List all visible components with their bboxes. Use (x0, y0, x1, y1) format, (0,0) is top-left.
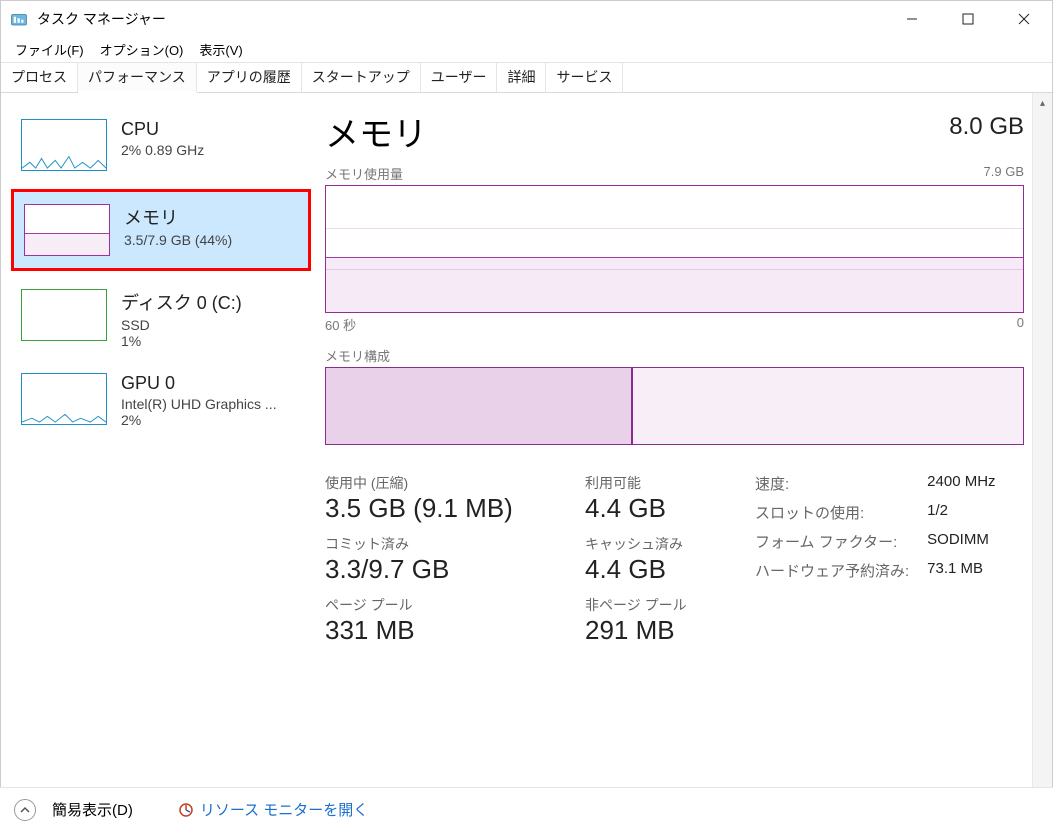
disk-sub2: 1% (121, 333, 242, 349)
usage-max: 7.9 GB (984, 164, 1024, 183)
page-title: メモリ (325, 107, 427, 156)
sidebar-item-memory[interactable]: メモリ 3.5/7.9 GB (44%) (11, 189, 311, 271)
memory-usage-graph[interactable] (325, 185, 1024, 313)
content: CPU 2% 0.89 GHz メモリ 3.5/7.9 GB (44%) ディス… (1, 93, 1052, 788)
kv-speed-k: 速度: (755, 473, 909, 494)
tab-users[interactable]: ユーザー (421, 63, 498, 92)
kv-hwres-k: ハードウェア予約済み: (755, 560, 909, 581)
window-title: タスク マネージャー (37, 9, 884, 29)
sidebar-item-gpu[interactable]: GPU 0 Intel(R) UHD Graphics ... 2% (1, 367, 321, 434)
cpu-title: CPU (121, 119, 204, 140)
kv-hwres-v: 73.1 MB (927, 560, 995, 581)
app-icon (9, 10, 29, 28)
x-axis-right: 0 (1017, 315, 1024, 334)
stat-nonpagedpool-label: 非ページ プール (585, 595, 725, 615)
footer: 簡易表示(D) リソース モニターを開く (0, 787, 1053, 831)
vertical-scrollbar[interactable]: ▴ (1032, 93, 1052, 788)
resource-monitor-label: リソース モニターを開く (200, 799, 368, 820)
stat-available-value: 4.4 GB (585, 493, 725, 524)
chevron-up-icon (20, 805, 30, 815)
disk-title: ディスク 0 (C:) (121, 289, 242, 315)
scroll-up-icon[interactable]: ▴ (1033, 93, 1052, 113)
collapse-button[interactable] (14, 799, 36, 821)
stat-nonpagedpool-value: 291 MB (585, 615, 725, 646)
stats: 使用中 (圧縮)3.5 GB (9.1 MB) コミット済み3.3/9.7 GB… (325, 473, 1024, 646)
stat-pagedpool-label: ページ プール (325, 595, 555, 615)
tab-app-history[interactable]: アプリの履歴 (197, 63, 302, 92)
stat-available-label: 利用可能 (585, 473, 725, 493)
resource-monitor-link[interactable]: リソース モニターを開く (178, 799, 368, 820)
resource-monitor-icon (178, 802, 194, 818)
gpu-sub: Intel(R) UHD Graphics ... (121, 396, 277, 412)
minimize-button[interactable] (884, 1, 940, 37)
kv-slots-k: スロットの使用: (755, 502, 909, 523)
main-panel: メモリ 8.0 GB メモリ使用量 7.9 GB 60 秒 0 メモリ構成 使用… (321, 93, 1052, 788)
tab-processes[interactable]: プロセス (1, 63, 78, 92)
disk-sub: SSD (121, 317, 242, 333)
sidebar-item-disk[interactable]: ディスク 0 (C:) SSD 1% (1, 283, 321, 355)
tab-services[interactable]: サービス (546, 63, 623, 92)
memory-sub: 3.5/7.9 GB (44%) (124, 232, 232, 248)
stat-committed-value: 3.3/9.7 GB (325, 554, 555, 585)
tabbar: プロセス パフォーマンス アプリの履歴 スタートアップ ユーザー 詳細 サービス (1, 63, 1052, 93)
cpu-thumbnail (21, 119, 107, 171)
stat-cached-value: 4.4 GB (585, 554, 725, 585)
stat-inuse-value: 3.5 GB (9.1 MB) (325, 493, 555, 524)
stat-inuse-label: 使用中 (圧縮) (325, 473, 555, 493)
close-button[interactable] (996, 1, 1052, 37)
menu-view[interactable]: 表示(V) (191, 38, 250, 61)
stat-cached-label: キャッシュ済み (585, 534, 725, 554)
memory-composition-graph[interactable] (325, 367, 1024, 445)
simple-view-link[interactable]: 簡易表示(D) (52, 799, 133, 820)
gpu-thumbnail (21, 373, 107, 425)
memory-title: メモリ (124, 204, 232, 230)
composition-label: メモリ構成 (325, 346, 390, 365)
cpu-sub: 2% 0.89 GHz (121, 142, 204, 158)
gpu-title: GPU 0 (121, 373, 277, 394)
tab-performance[interactable]: パフォーマンス (78, 63, 197, 93)
sidebar-item-cpu[interactable]: CPU 2% 0.89 GHz (1, 113, 321, 177)
titlebar: タスク マネージャー (1, 1, 1052, 37)
memory-thumbnail (24, 204, 110, 256)
menubar: ファイル(F) オプション(O) 表示(V) (1, 37, 1052, 63)
menu-file[interactable]: ファイル(F) (7, 38, 92, 61)
memory-total: 8.0 GB (949, 107, 1024, 141)
menu-options[interactable]: オプション(O) (92, 38, 192, 61)
tab-details[interactable]: 詳細 (497, 63, 546, 92)
maximize-button[interactable] (940, 1, 996, 37)
x-axis-left: 60 秒 (325, 315, 356, 334)
kv-form-v: SODIMM (927, 531, 995, 552)
stat-committed-label: コミット済み (325, 534, 555, 554)
usage-label: メモリ使用量 (325, 164, 403, 183)
disk-thumbnail (21, 289, 107, 341)
kv-speed-v: 2400 MHz (927, 473, 995, 494)
kv-form-k: フォーム ファクター: (755, 531, 909, 552)
gpu-sub2: 2% (121, 412, 277, 428)
kv-slots-v: 1/2 (927, 502, 995, 523)
tab-startup[interactable]: スタートアップ (302, 63, 421, 92)
sidebar: CPU 2% 0.89 GHz メモリ 3.5/7.9 GB (44%) ディス… (1, 93, 321, 788)
stat-pagedpool-value: 331 MB (325, 615, 555, 646)
